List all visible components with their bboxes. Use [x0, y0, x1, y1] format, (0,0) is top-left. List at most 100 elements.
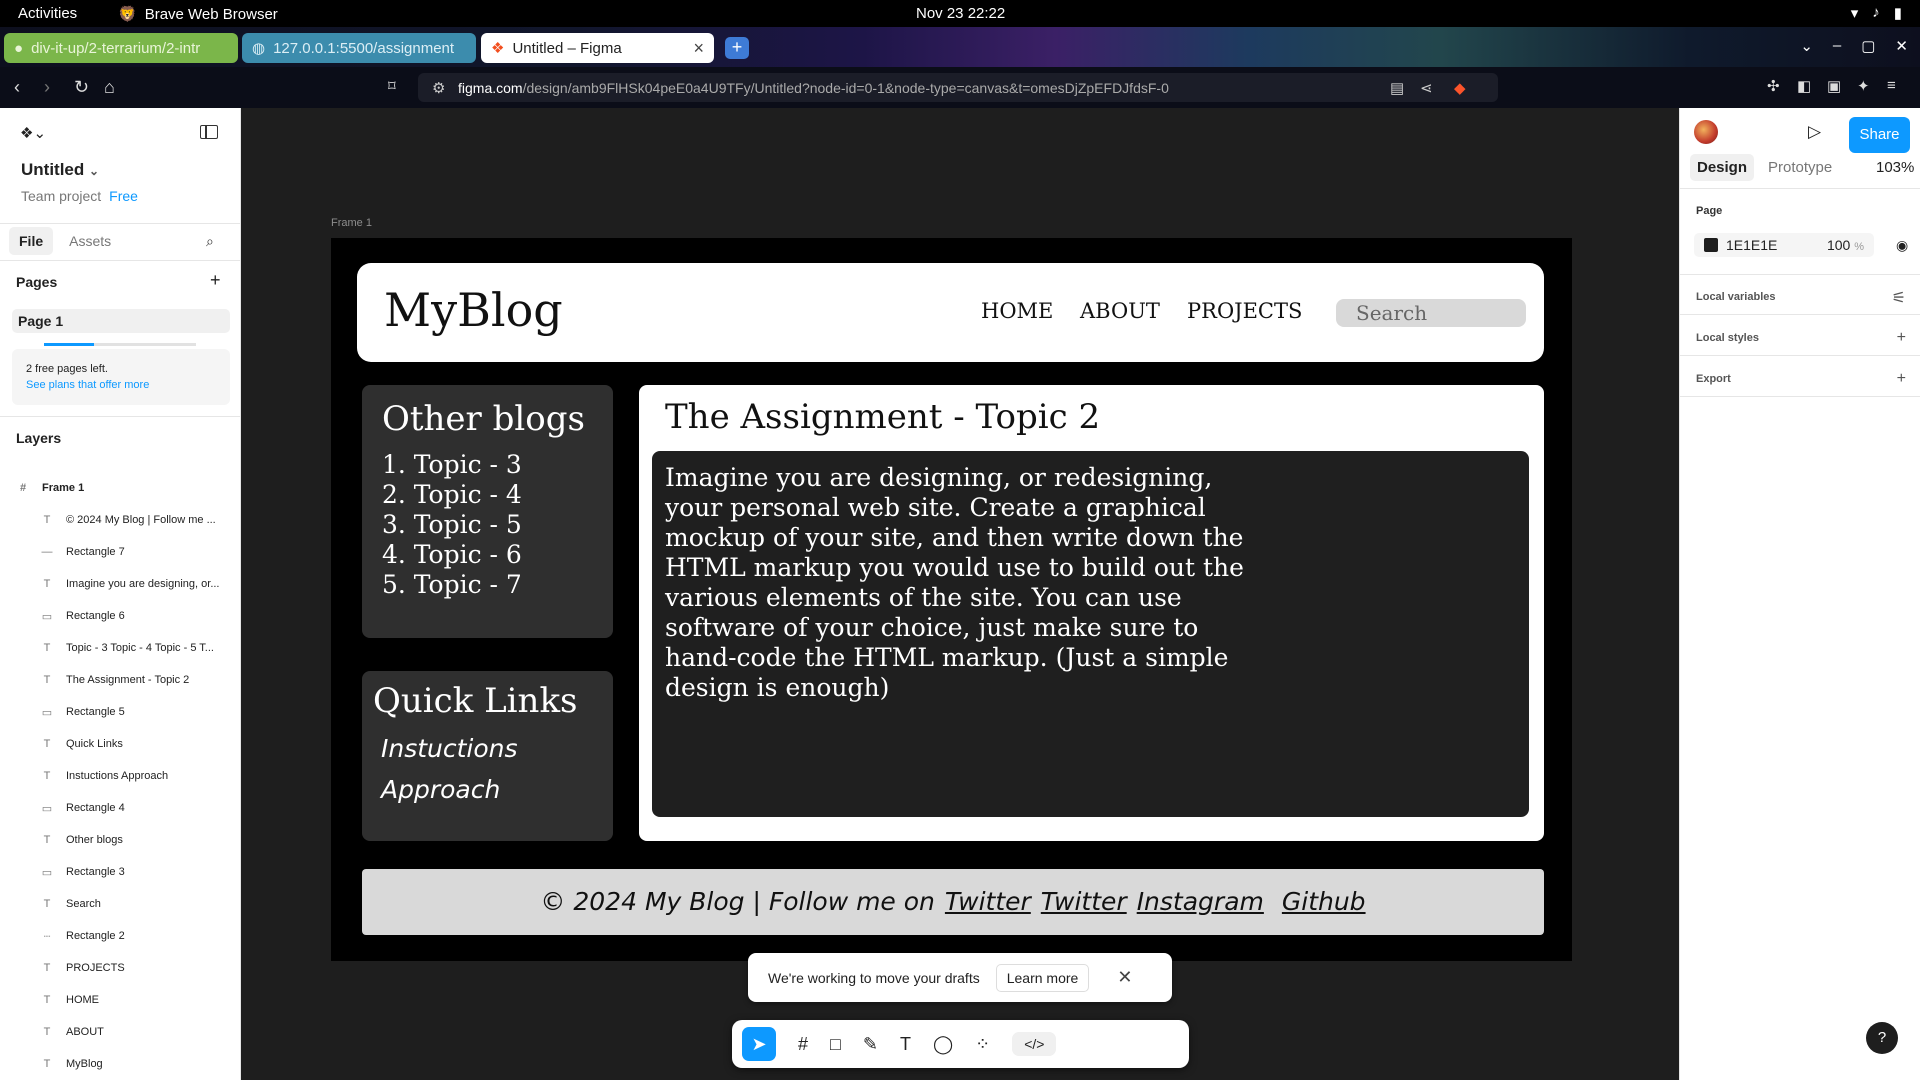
- figma-menu-icon[interactable]: ❖⌄: [20, 124, 46, 142]
- add-icon[interactable]: +: [1897, 370, 1906, 388]
- layer-row[interactable]: T Other blogs: [0, 830, 241, 850]
- main-body-box[interactable]: Imagine you are designing, or redesignin…: [652, 451, 1529, 817]
- dev-mode-icon[interactable]: </>: [1012, 1032, 1057, 1056]
- maximize-icon[interactable]: ▢: [1861, 37, 1875, 55]
- avatar[interactable]: [1694, 120, 1718, 144]
- quick-link-approach[interactable]: Approach: [381, 775, 500, 804]
- see-plans-link[interactable]: See plans that offer more: [26, 377, 216, 393]
- file-title[interactable]: Untitled ⌄: [21, 160, 99, 180]
- close-tab-icon[interactable]: ×: [693, 38, 704, 59]
- page-color-field[interactable]: 1E1E1E 100 %: [1694, 233, 1874, 257]
- close-icon[interactable]: ✕: [1117, 967, 1132, 988]
- share-button[interactable]: Share: [1849, 117, 1910, 153]
- learn-more-button[interactable]: Learn more: [995, 963, 1090, 992]
- mockup-quick-links[interactable]: Quick Links Instuctions Approach: [362, 671, 613, 841]
- mockup-main-content[interactable]: The Assignment - Topic 2 Imagine you are…: [639, 385, 1544, 841]
- other-blogs-list[interactable]: 1. Topic - 3 2. Topic - 4 3. Topic - 5 4…: [382, 450, 522, 600]
- layer-row[interactable]: T Search: [0, 894, 241, 914]
- mockup-header[interactable]: MyBlog HOME ABOUT PROJECTS Search: [357, 263, 1544, 362]
- bookmark-icon[interactable]: ⌑: [388, 77, 396, 95]
- search-icon[interactable]: ⌕: [206, 233, 214, 250]
- reload-icon[interactable]: ↻: [74, 77, 89, 98]
- tab-assets[interactable]: Assets: [63, 227, 117, 255]
- zoom-level[interactable]: 103%: [1876, 159, 1914, 176]
- add-icon[interactable]: +: [1897, 329, 1906, 347]
- frame-1[interactable]: MyBlog HOME ABOUT PROJECTS Search Other …: [331, 238, 1572, 961]
- menu-icon[interactable]: ≡: [1887, 77, 1896, 94]
- mockup-search[interactable]: Search: [1336, 299, 1526, 327]
- frame-tool-icon[interactable]: #: [798, 1034, 808, 1055]
- chevron-down-icon[interactable]: ⌄: [1800, 37, 1813, 55]
- tab-github[interactable]: ● div-it-up/2-terrarium/2-intr: [4, 33, 238, 63]
- local-variables-row[interactable]: Local variables ⚟: [1696, 290, 1906, 307]
- back-icon[interactable]: ‹: [14, 77, 20, 98]
- pen-tool-icon[interactable]: ✎: [863, 1034, 878, 1055]
- layer-row[interactable]: T ABOUT: [0, 1022, 241, 1042]
- tab-localhost[interactable]: ◍ 127.0.0.1:5500/assignment: [242, 33, 476, 63]
- actions-icon[interactable]: ⁘: [975, 1034, 990, 1055]
- text-tool-icon[interactable]: T: [900, 1034, 911, 1055]
- page-item[interactable]: Page 1: [12, 309, 230, 333]
- system-tray[interactable]: ▾ ♪ ▮: [1851, 4, 1902, 22]
- quick-links-title[interactable]: Quick Links: [373, 681, 578, 721]
- brave-shields-icon[interactable]: ◆: [1454, 79, 1466, 97]
- tab-figma[interactable]: ❖ Untitled – Figma ×: [481, 33, 714, 63]
- plan-badge[interactable]: Free: [109, 188, 138, 204]
- tab-design[interactable]: Design: [1690, 154, 1755, 181]
- figma-canvas[interactable]: Frame 1 MyBlog HOME ABOUT PROJECTS Searc…: [241, 108, 1679, 1080]
- extensions-icon[interactable]: ✣: [1767, 77, 1780, 95]
- layer-row[interactable]: T The Assignment - Topic 2: [0, 670, 241, 690]
- layer-row[interactable]: # Frame 1: [0, 478, 241, 498]
- mockup-nav-home[interactable]: HOME: [981, 299, 1053, 323]
- wallet-icon[interactable]: ▣: [1827, 77, 1841, 95]
- sidebar-toggle-icon[interactable]: [200, 125, 218, 139]
- layer-row[interactable]: T MyBlog: [0, 1054, 241, 1074]
- export-row[interactable]: Export +: [1696, 370, 1906, 388]
- quick-link-instructions[interactable]: Instuctions: [381, 734, 518, 763]
- minimize-icon[interactable]: –: [1833, 37, 1841, 55]
- share-icon[interactable]: ⋖: [1420, 79, 1433, 97]
- main-title[interactable]: The Assignment - Topic 2: [665, 397, 1100, 437]
- layer-row[interactable]: ▭ Rectangle 5: [0, 702, 241, 722]
- clock[interactable]: Nov 23 22:22: [916, 5, 1005, 22]
- mockup-logo[interactable]: MyBlog: [384, 283, 563, 337]
- frame-label[interactable]: Frame 1: [331, 217, 372, 229]
- leo-ai-icon[interactable]: ✦: [1857, 77, 1870, 95]
- layer-row[interactable]: T Imagine you are designing, or...: [0, 574, 241, 594]
- layer-row[interactable]: T Quick Links: [0, 734, 241, 754]
- variables-icon[interactable]: ⚟: [1892, 288, 1906, 308]
- layer-row[interactable]: ▭ Rectangle 4: [0, 798, 241, 818]
- layer-row[interactable]: ┈ Rectangle 2: [0, 926, 241, 946]
- close-icon[interactable]: ✕: [1895, 37, 1908, 55]
- layer-row[interactable]: T © 2024 My Blog | Follow me ...: [0, 510, 241, 530]
- move-tool-icon[interactable]: ➤: [742, 1027, 776, 1061]
- present-icon[interactable]: ▷: [1808, 122, 1821, 142]
- site-settings-icon[interactable]: ⚙: [432, 79, 445, 97]
- main-body-text[interactable]: Imagine you are designing, or redesignin…: [665, 463, 1265, 703]
- layer-row[interactable]: T HOME: [0, 990, 241, 1010]
- layer-row[interactable]: T Instuctions Approach: [0, 766, 241, 786]
- sidebar-icon[interactable]: ◧: [1797, 77, 1811, 95]
- add-page-icon[interactable]: +: [210, 270, 221, 291]
- activities-button[interactable]: Activities: [18, 5, 77, 22]
- layer-row[interactable]: ▭ Rectangle 3: [0, 862, 241, 882]
- help-button[interactable]: ?: [1866, 1022, 1898, 1054]
- layer-row[interactable]: — Rectangle 7: [0, 542, 241, 562]
- clipboard-icon[interactable]: ▤: [1390, 79, 1404, 97]
- tab-file[interactable]: File: [9, 227, 54, 255]
- tab-prototype[interactable]: Prototype: [1764, 154, 1836, 181]
- other-blogs-title[interactable]: Other blogs: [382, 399, 585, 439]
- layer-row[interactable]: ▭ Rectangle 6: [0, 606, 241, 626]
- mockup-nav-projects[interactable]: PROJECTS: [1187, 299, 1302, 323]
- comment-tool-icon[interactable]: ◯: [933, 1034, 953, 1055]
- eye-icon[interactable]: ◉: [1896, 237, 1908, 254]
- forward-icon[interactable]: ›: [44, 77, 50, 98]
- mockup-nav-about[interactable]: ABOUT: [1080, 299, 1160, 323]
- mockup-footer[interactable]: © 2024 My Blog | Follow me on Twitter Twit…: [362, 869, 1544, 935]
- local-styles-row[interactable]: Local styles +: [1696, 329, 1906, 347]
- layer-row[interactable]: T Topic - 3 Topic - 4 Topic - 5 T...: [0, 638, 241, 658]
- new-tab-button[interactable]: +: [725, 37, 749, 59]
- color-swatch[interactable]: [1704, 238, 1718, 252]
- app-menu[interactable]: 🦁 Brave Web Browser: [118, 5, 278, 24]
- layer-row[interactable]: T PROJECTS: [0, 958, 241, 978]
